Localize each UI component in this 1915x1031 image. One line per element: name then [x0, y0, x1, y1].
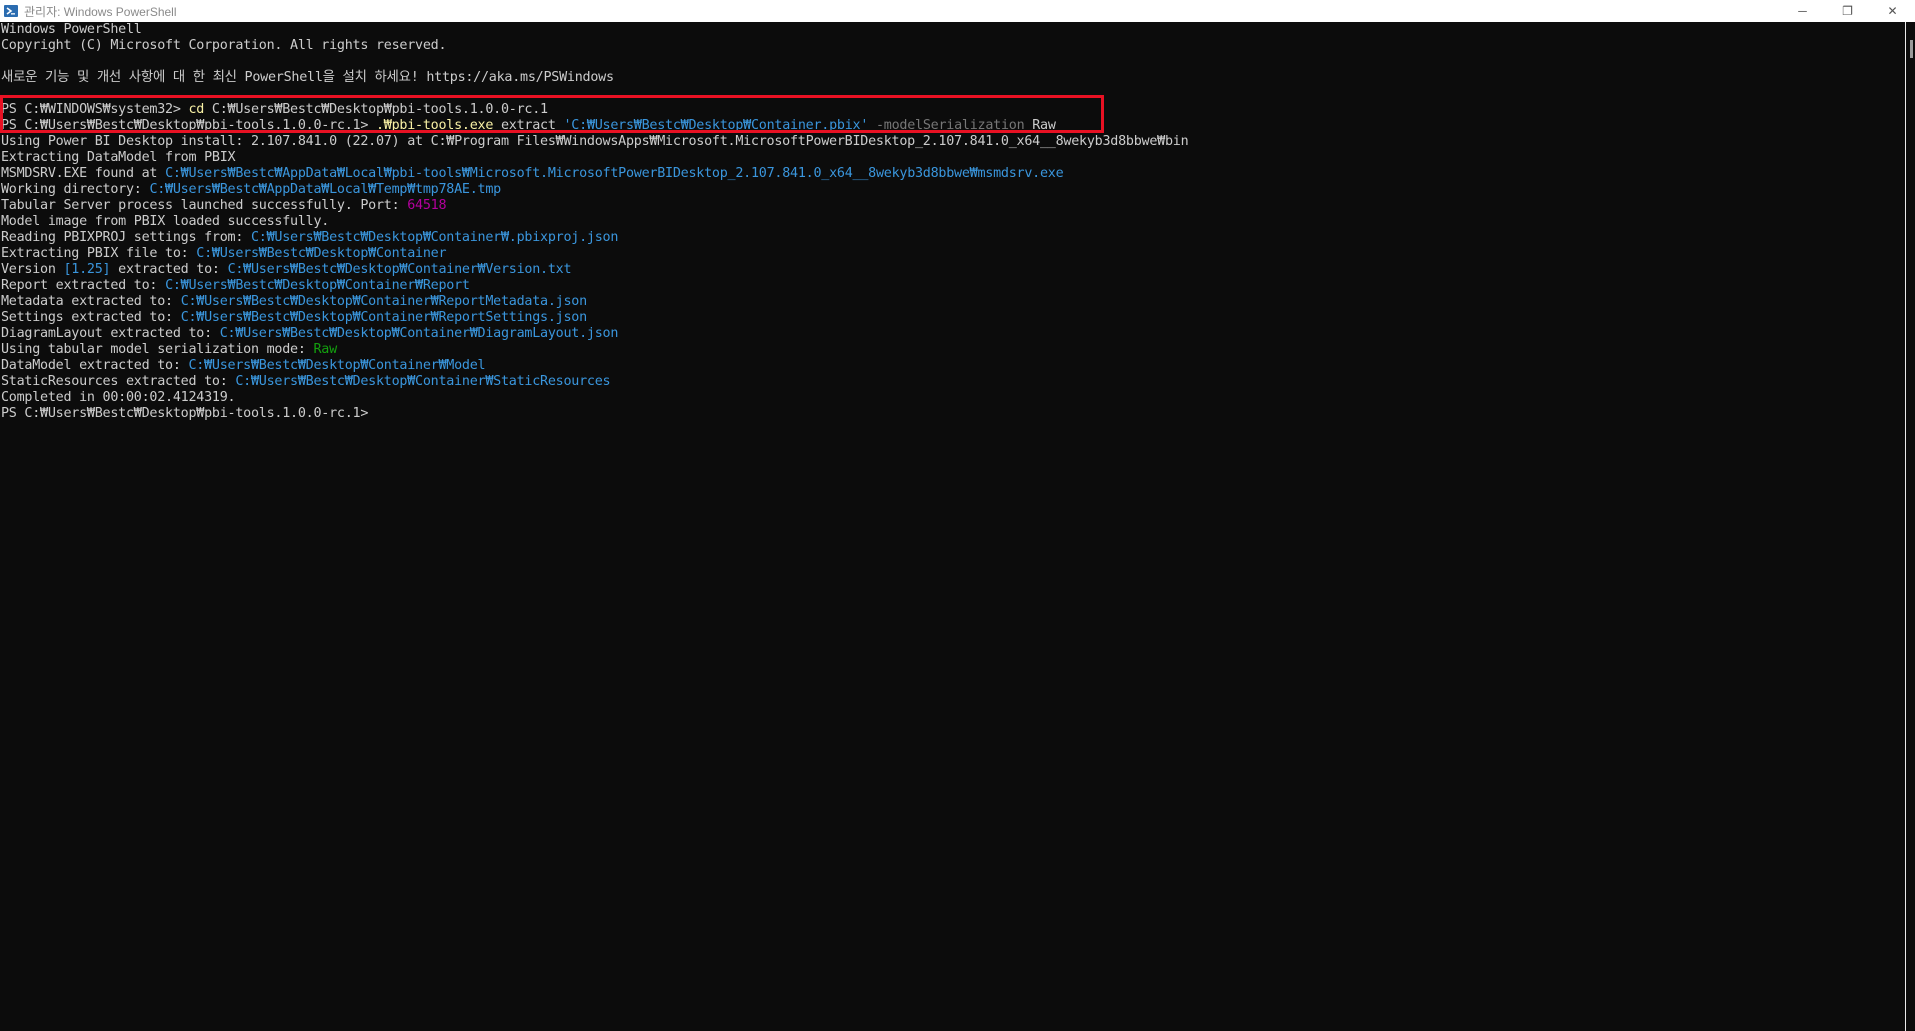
console-line: Completed in 00:00:02.4124319.	[0, 390, 1905, 406]
console-line: DataModel extracted to: C:₩Users₩Bestc₩D…	[0, 358, 1905, 374]
console-text: Raw	[313, 342, 337, 357]
console-text: Report extracted to:	[1, 278, 166, 293]
console-line: PS C:₩Users₩Bestc₩Desktop₩pbi-tools.1.0.…	[0, 406, 1905, 422]
console-text: PS C:₩WINDOWS₩system32>	[1, 102, 189, 117]
console-line: Tabular Server process launched successf…	[0, 198, 1905, 214]
console-line: Copyright (C) Microsoft Corporation. All…	[0, 38, 1905, 54]
console-line: Reading PBIXPROJ settings from: C:₩Users…	[0, 230, 1905, 246]
window-title: 관리자: Windows PowerShell	[24, 4, 177, 19]
console-text: Metadata extracted to:	[1, 294, 181, 309]
console-text: .₩pbi-tools.exe	[375, 118, 494, 133]
window-titlebar: 관리자: Windows PowerShell ─ ❐ ✕	[0, 0, 1915, 22]
console-text: C:₩Users₩Bestc₩Desktop₩Container₩Diagram…	[219, 326, 619, 341]
console-text: [1.25]	[63, 262, 111, 277]
console-text: Completed in 00:00:02.4124319.	[1, 390, 236, 405]
console-line: DiagramLayout extracted to: C:₩Users₩Bes…	[0, 326, 1905, 342]
scrollbar-thumb[interactable]	[1910, 40, 1913, 58]
console-text: StaticResources extracted to:	[1, 374, 236, 389]
console-text: C:₩Users₩Bestc₩Desktop₩Container₩Report	[165, 278, 470, 293]
console-text: C:₩Users₩Bestc₩Desktop₩Container₩.pbixpr…	[250, 230, 619, 245]
console-line: PS C:₩Users₩Bestc₩Desktop₩pbi-tools.1.0.…	[0, 118, 1905, 134]
console-line: Settings extracted to: C:₩Users₩Bestc₩De…	[0, 310, 1905, 326]
scrollbar-divider	[1905, 22, 1906, 1031]
console-text: C:₩Users₩Bestc₩AppData₩Local₩pbi-tools₩M…	[165, 166, 1064, 181]
console-line: Model image from PBIX loaded successfull…	[0, 214, 1905, 230]
console-text: extract	[493, 118, 564, 133]
console-text: Copyright (C) Microsoft Corporation. All…	[1, 38, 447, 53]
console-line: MSMDSRV.EXE found at C:₩Users₩Bestc₩AppD…	[0, 166, 1905, 182]
console-line: Version [1.25] extracted to: C:₩Users₩Be…	[0, 262, 1905, 278]
close-button[interactable]: ✕	[1870, 0, 1915, 22]
window-controls: ─ ❐ ✕	[1780, 0, 1915, 22]
console-line: Extracting DataModel from PBIX	[0, 150, 1905, 166]
console-text: MSMDSRV.EXE found at	[1, 166, 166, 181]
console-line: Metadata extracted to: C:₩Users₩Bestc₩De…	[0, 294, 1905, 310]
console-text: PS C:₩Users₩Bestc₩Desktop₩pbi-tools.1.0.…	[1, 406, 376, 421]
console-text: 새로운 기능 및 개선 사항에 대 한 최신 PowerShell을 설치 하세…	[1, 70, 614, 85]
console-output[interactable]: Windows PowerShell Copyright (C) Microsof…	[0, 22, 1905, 1031]
console-text: Raw	[1024, 118, 1056, 133]
console-line: 새로운 기능 및 개선 사항에 대 한 최신 PowerShell을 설치 하세…	[0, 70, 1905, 86]
console-text: Using Power BI Desktop install: 2.107.84…	[1, 134, 1189, 149]
console-text: C:₩Users₩Bestc₩Desktop₩pbi-tools.1.0.0-r…	[204, 102, 548, 117]
console-text: -modelSerialization	[868, 118, 1025, 133]
console-text: Settings extracted to:	[1, 310, 181, 325]
console-text: C:₩Users₩Bestc₩Desktop₩Container₩Model	[188, 358, 486, 373]
console-text: 64518	[407, 198, 447, 213]
console-text: DiagramLayout extracted to:	[1, 326, 220, 341]
console-text: C:₩Users₩Bestc₩Desktop₩Container₩Version…	[227, 262, 572, 277]
console-text: Model image from PBIX loaded successfull…	[1, 214, 330, 229]
console-text: C:₩Users₩Bestc₩Desktop₩Container₩ReportM…	[180, 294, 587, 309]
minimize-button[interactable]: ─	[1780, 0, 1825, 22]
console-line: Using Power BI Desktop install: 2.107.84…	[0, 134, 1905, 150]
console-text: C:₩Users₩Bestc₩Desktop₩Container	[196, 246, 447, 261]
console-line: Using tabular model serialization mode: …	[0, 342, 1905, 358]
console-text: Extracting PBIX file to:	[1, 246, 197, 261]
console-text: Reading PBIXPROJ settings from:	[1, 230, 251, 245]
console-text: Version	[1, 262, 64, 277]
console-text: Using tabular model serialization mode:	[1, 342, 314, 357]
console-text: C:₩Users₩Bestc₩AppData₩Local₩Temp₩tmp78A…	[149, 182, 501, 197]
console-text: cd	[188, 102, 205, 117]
console-text: Tabular Server process launched successf…	[1, 198, 408, 213]
console-text: 'C:₩Users₩Bestc₩Desktop₩Container.pbix'	[563, 118, 869, 133]
console-line: Extracting PBIX file to: C:₩Users₩Bestc₩…	[0, 246, 1905, 262]
console-text: Working directory:	[1, 182, 150, 197]
console-line: PS C:₩WINDOWS₩system32> cd C:₩Users₩Best…	[0, 102, 1905, 118]
console-text: DataModel extracted to:	[1, 358, 189, 373]
console-text: extracted to:	[110, 262, 228, 277]
console-text: Extracting DataModel from PBIX	[1, 150, 236, 165]
console-line: StaticResources extracted to: C:₩Users₩B…	[0, 374, 1905, 390]
vertical-scrollbar[interactable]	[1905, 22, 1915, 1031]
console-text: Windows PowerShell	[1, 22, 142, 37]
console-line: Working directory: C:₩Users₩Bestc₩AppDat…	[0, 182, 1905, 198]
console-text: PS C:₩Users₩Bestc₩Desktop₩pbi-tools.1.0.…	[1, 118, 376, 133]
console-text: C:₩Users₩Bestc₩Desktop₩Container₩ReportS…	[180, 310, 587, 325]
restore-button[interactable]: ❐	[1825, 0, 1870, 22]
powershell-icon	[4, 4, 18, 18]
console-line: Windows PowerShell	[0, 22, 1905, 38]
console-text: C:₩Users₩Bestc₩Desktop₩Container₩StaticR…	[235, 374, 611, 389]
console-line: Report extracted to: C:₩Users₩Bestc₩Desk…	[0, 278, 1905, 294]
